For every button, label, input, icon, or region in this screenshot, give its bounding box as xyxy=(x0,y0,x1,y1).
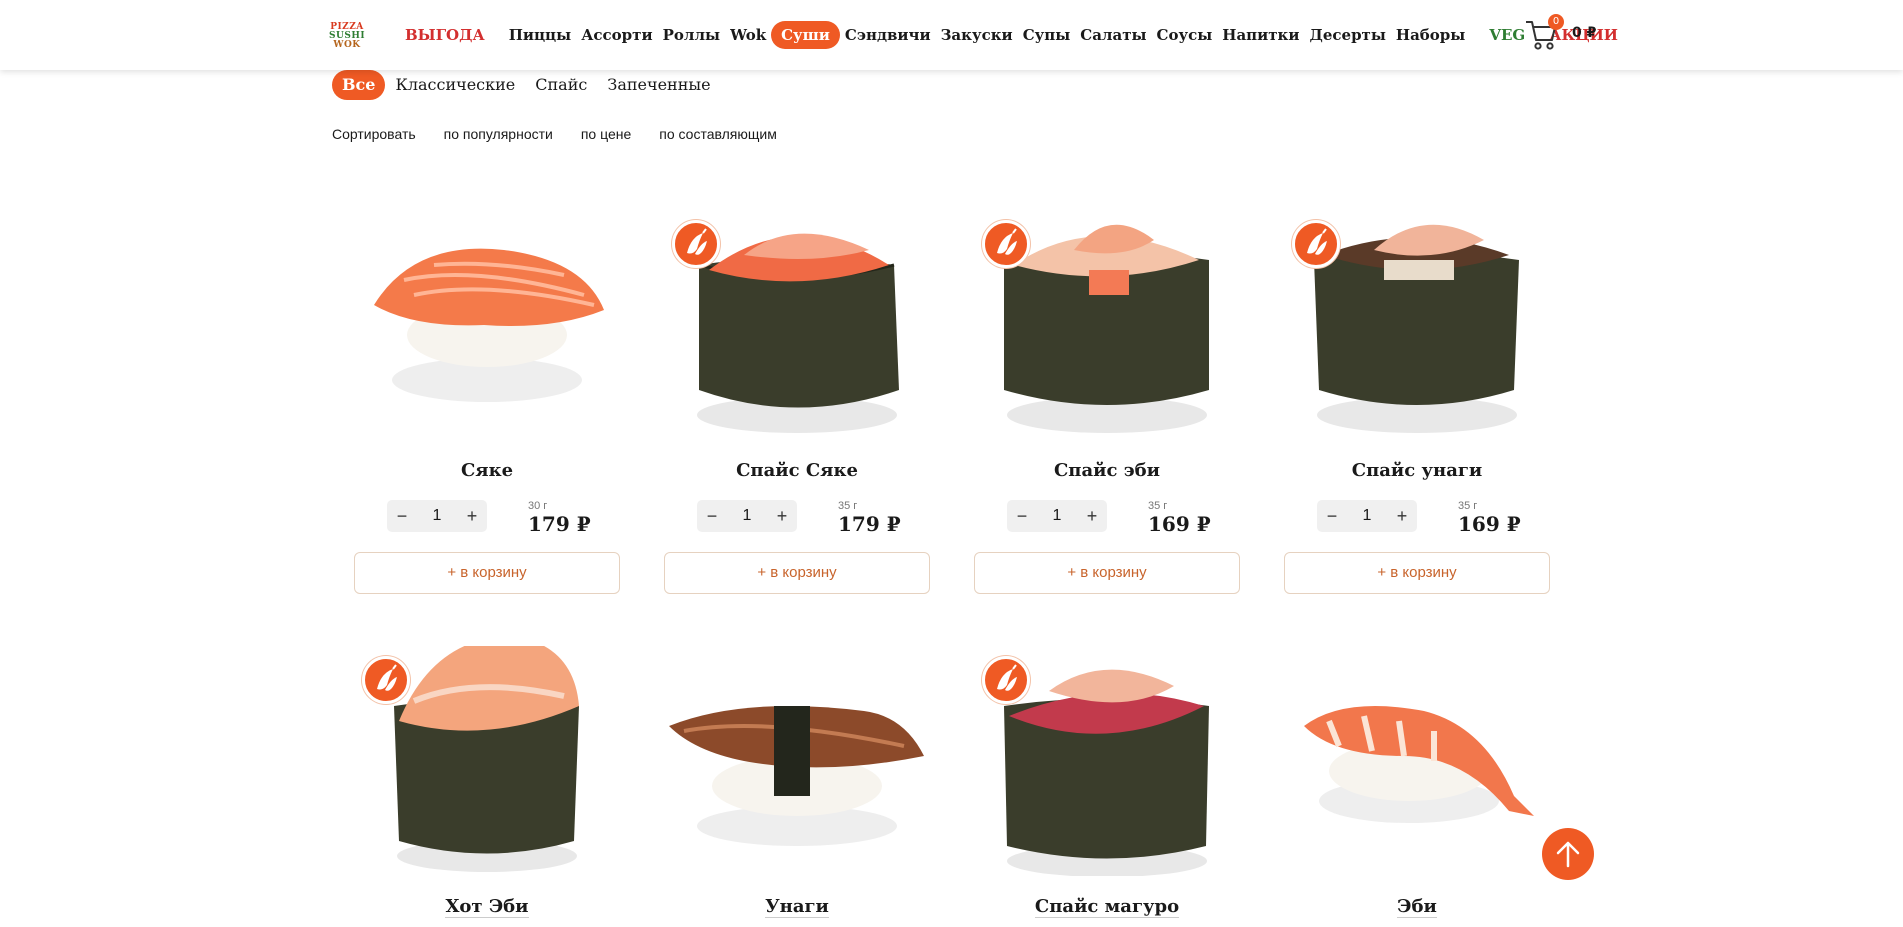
product-card: Унаги xyxy=(664,646,930,918)
product-name[interactable]: Спайс Сяке xyxy=(664,460,930,481)
product-name-text: Унаги xyxy=(765,896,829,918)
pepper-icon xyxy=(362,656,410,704)
nav-item-wok[interactable]: Wok xyxy=(725,21,771,49)
increment-button[interactable]: + xyxy=(767,506,797,527)
category-filters: Все Классические Спайс Запеченные xyxy=(332,70,721,100)
product-weight: 30 г xyxy=(528,500,548,512)
quantity-stepper: − 1 + xyxy=(387,500,487,532)
nav-item-vygoda[interactable]: ВЫГОДА xyxy=(400,21,490,49)
product-image[interactable] xyxy=(974,646,1240,877)
product-card: Спайс Сяке − 1 + 35 г 179 ₽ + в корзину xyxy=(664,210,930,594)
filter-spice[interactable]: Спайс xyxy=(525,70,597,100)
nav-item-deserty[interactable]: Десерты xyxy=(1305,21,1391,49)
product-name[interactable]: Сяке xyxy=(354,460,620,481)
quantity-stepper: − 1 + xyxy=(1317,500,1417,532)
pepper-icon xyxy=(982,220,1030,268)
product-name[interactable]: Эби xyxy=(1284,896,1550,918)
nav-item-napitki[interactable]: Напитки xyxy=(1217,21,1304,49)
header: PIZZA SUSHI WOK ВЫГОДА Пиццы Ассорти Рол… xyxy=(0,0,1903,70)
filter-classic[interactable]: Классические xyxy=(385,70,525,100)
nav-item-pizza[interactable]: Пиццы xyxy=(504,21,577,49)
nav-item-supy[interactable]: Супы xyxy=(1018,21,1076,49)
decrement-button[interactable]: − xyxy=(697,506,727,527)
sort-bar: Сортировать по популярности по цене по с… xyxy=(332,126,805,143)
product-name-text: Спайс магуро xyxy=(1034,896,1180,918)
filter-all[interactable]: Все xyxy=(332,70,386,100)
product-card: Сяке − 1 + 30 г 179 ₽ + в корзину xyxy=(354,210,620,594)
pepper-icon xyxy=(1292,220,1340,268)
product-card: Эби xyxy=(1284,646,1550,918)
product-card: Спайс магуро xyxy=(974,646,1240,918)
add-to-cart-button[interactable]: + в корзину xyxy=(974,552,1240,594)
decrement-button[interactable]: − xyxy=(1007,506,1037,527)
cart-button[interactable]: 0 xyxy=(1524,14,1564,52)
nav-item-sandwich[interactable]: Сэндвичи xyxy=(840,21,936,49)
product-price: 169 ₽ xyxy=(1148,512,1211,536)
sort-price[interactable]: по цене xyxy=(581,126,631,143)
main-nav: ВЫГОДА Пиццы Ассорти Роллы Wok Суши Сэнд… xyxy=(400,20,1623,50)
increment-button[interactable]: + xyxy=(457,506,487,527)
nav-item-sushi[interactable]: Суши xyxy=(771,21,840,49)
nav-item-salaty[interactable]: Салаты xyxy=(1075,21,1151,49)
pepper-icon xyxy=(672,220,720,268)
product-image[interactable] xyxy=(1284,646,1550,876)
logo-text-wok: WOK xyxy=(333,39,361,50)
product-weight: 35 г xyxy=(1458,500,1478,512)
cart-count-badge: 0 xyxy=(1548,14,1564,30)
scroll-to-top-button[interactable] xyxy=(1542,828,1594,880)
add-to-cart-button[interactable]: + в корзину xyxy=(354,552,620,594)
increment-button[interactable]: + xyxy=(1077,506,1107,527)
product-card: Спайс унаги − 1 + 35 г 169 ₽ + в корзину xyxy=(1284,210,1550,594)
decrement-button[interactable]: − xyxy=(1317,506,1347,527)
product-card: Хот Эби xyxy=(354,636,620,918)
product-weight: 35 г xyxy=(838,500,858,512)
sort-popularity[interactable]: по популярности xyxy=(444,126,553,143)
product-name[interactable]: Хот Эби xyxy=(354,896,620,918)
increment-button[interactable]: + xyxy=(1387,506,1417,527)
quantity-stepper: − 1 + xyxy=(697,500,797,532)
product-name-text: Хот Эби xyxy=(445,896,529,918)
nav-item-sousy[interactable]: Соусы xyxy=(1152,21,1218,49)
nav-item-assorti[interactable]: Ассорти xyxy=(576,21,657,49)
cart-sum: 0 ₽ xyxy=(1572,25,1597,41)
sort-ingredients[interactable]: по составляющим xyxy=(659,126,777,143)
nav-item-zakuski[interactable]: Закуски xyxy=(936,21,1018,49)
decrement-button[interactable]: − xyxy=(387,506,417,527)
product-name[interactable]: Спайс унаги xyxy=(1284,460,1550,481)
sort-label: Сортировать xyxy=(332,126,416,142)
product-weight: 35 г xyxy=(1148,500,1168,512)
nav-item-nabory[interactable]: Наборы xyxy=(1391,21,1470,49)
quantity-stepper: − 1 + xyxy=(1007,500,1107,532)
nav-item-rolly[interactable]: Роллы xyxy=(658,21,725,49)
product-image[interactable] xyxy=(664,210,930,440)
pepper-icon xyxy=(982,656,1030,704)
product-image[interactable] xyxy=(974,210,1240,440)
add-to-cart-button[interactable]: + в корзину xyxy=(664,552,930,594)
product-name-text: Эби xyxy=(1397,896,1437,918)
add-to-cart-button[interactable]: + в корзину xyxy=(1284,552,1550,594)
arrow-up-icon xyxy=(1556,841,1580,868)
logo[interactable]: PIZZA SUSHI WOK xyxy=(326,20,368,52)
product-name[interactable]: Спайс магуро xyxy=(974,896,1240,918)
quantity-value: 1 xyxy=(1362,507,1372,524)
product-card: Спайс эби − 1 + 35 г 169 ₽ + в корзину xyxy=(974,210,1240,594)
product-image[interactable] xyxy=(664,646,930,876)
product-name[interactable]: Спайс эби xyxy=(974,460,1240,481)
quantity-value: 1 xyxy=(432,507,442,524)
product-price: 179 ₽ xyxy=(838,512,901,536)
product-image[interactable] xyxy=(1284,210,1550,440)
product-image[interactable] xyxy=(354,210,620,440)
product-price: 179 ₽ xyxy=(528,512,591,536)
quantity-value: 1 xyxy=(1052,507,1062,524)
quantity-value: 1 xyxy=(742,507,752,524)
filter-baked[interactable]: Запеченные xyxy=(597,70,720,100)
product-price: 169 ₽ xyxy=(1458,512,1521,536)
product-image[interactable] xyxy=(354,636,620,876)
product-name[interactable]: Унаги xyxy=(664,896,930,918)
